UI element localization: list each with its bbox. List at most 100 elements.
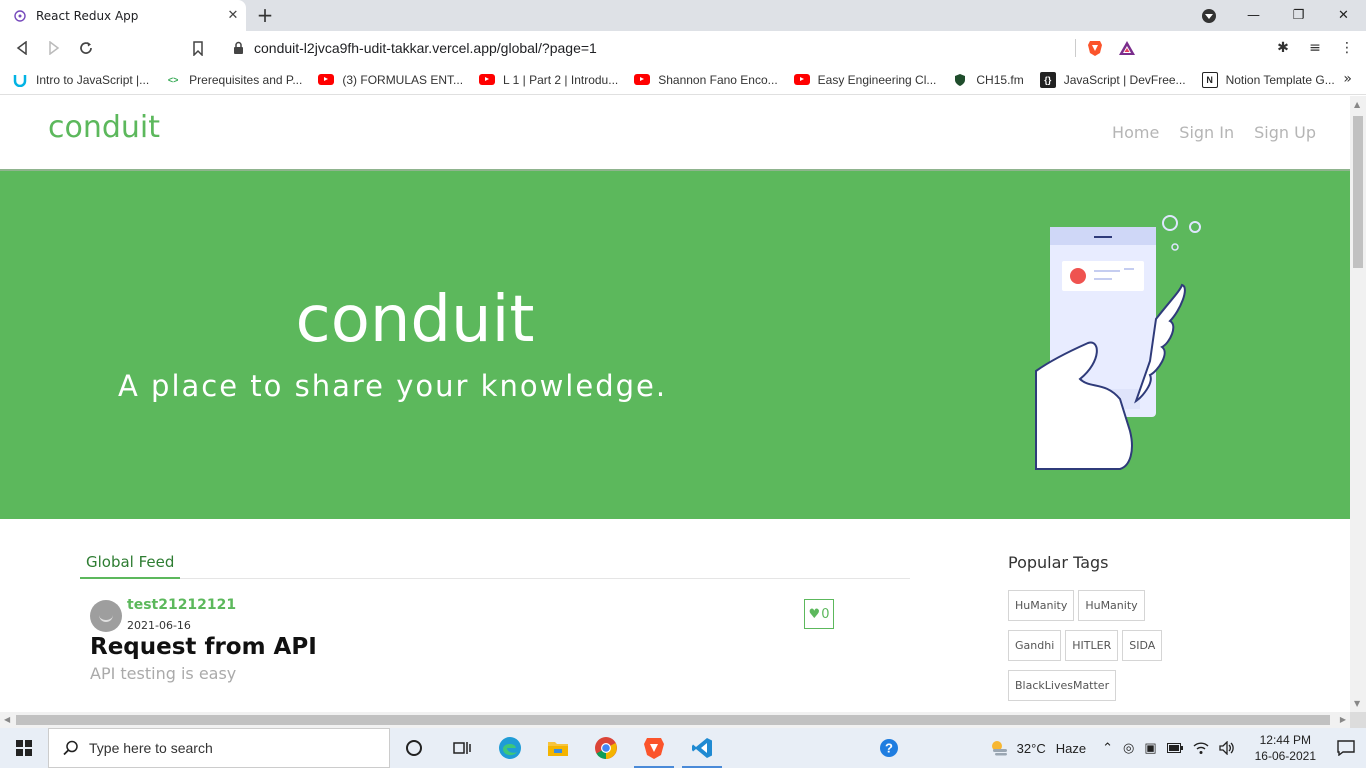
- tab-global-feed[interactable]: Global Feed: [80, 543, 181, 579]
- scroll-down-icon[interactable]: ▼: [1354, 699, 1360, 708]
- new-tab-button[interactable]: +: [254, 3, 276, 27]
- bookmark-item[interactable]: Intro to JavaScript |...: [12, 72, 149, 88]
- like-count: 0: [821, 606, 830, 622]
- extensions-icon[interactable]: ✱: [1272, 37, 1294, 59]
- redux-icon: [12, 8, 28, 24]
- bookmark-item[interactable]: CH15.fm: [952, 72, 1024, 88]
- heart-icon: ♥: [808, 606, 821, 622]
- scroll-right-icon[interactable]: ▶: [1340, 715, 1346, 724]
- hero-subtitle: A place to share your knowledge.: [118, 369, 668, 403]
- tag-pill[interactable]: SIDA: [1122, 630, 1163, 661]
- window-controls: — ❐ ✕: [1186, 0, 1366, 31]
- brave-shield-icon[interactable]: [1084, 37, 1106, 59]
- svg-text:?: ?: [885, 741, 893, 756]
- profile-menu-icon[interactable]: [1186, 0, 1231, 31]
- bookmark-icon[interactable]: [186, 37, 210, 59]
- notion-icon: N: [1201, 71, 1218, 88]
- windows-icon: [16, 740, 32, 756]
- chrome-icon[interactable]: [582, 728, 630, 768]
- browser-toolbar: conduit-l2jvca9fh-udit-takkar.vercel.app…: [0, 31, 1366, 65]
- bookmark-item[interactable]: <> Prerequisites and P...: [165, 72, 302, 88]
- nav-sign-up[interactable]: Sign Up: [1254, 123, 1316, 142]
- file-explorer-icon[interactable]: [534, 728, 582, 768]
- phone-illustration: [1035, 215, 1201, 470]
- scroll-left-icon[interactable]: ◀: [4, 715, 10, 724]
- horizontal-scrollbar[interactable]: ◀ ▶: [0, 712, 1350, 728]
- article-description: API testing is easy: [90, 664, 237, 683]
- youtube-icon: [479, 72, 496, 88]
- back-button[interactable]: [10, 37, 34, 59]
- close-tab-icon[interactable]: ✕: [224, 7, 242, 25]
- nav-sign-in[interactable]: Sign In: [1179, 123, 1234, 142]
- tag-pill[interactable]: BlackLivesMatter: [1008, 670, 1117, 701]
- feed-tabs: Global Feed: [80, 543, 910, 579]
- udacity-icon: [12, 72, 28, 88]
- wifi-icon[interactable]: [1193, 741, 1209, 755]
- url-text: conduit-l2jvca9fh-udit-takkar.vercel.app…: [254, 40, 597, 56]
- hardware-icon[interactable]: ▣: [1144, 740, 1156, 756]
- devfreebooks-icon: {}: [1039, 71, 1056, 88]
- nav-home[interactable]: Home: [1112, 123, 1159, 142]
- volume-icon[interactable]: [1218, 741, 1235, 755]
- windows-start-button[interactable]: [0, 728, 48, 768]
- youtube-icon: [634, 72, 651, 88]
- address-bar[interactable]: conduit-l2jvca9fh-udit-takkar.vercel.app…: [218, 34, 1148, 62]
- top-nav: Home Sign In Sign Up: [1112, 123, 1316, 142]
- taskbar-search-input[interactable]: Type here to search: [48, 728, 390, 768]
- notifications-icon[interactable]: [1326, 728, 1366, 768]
- search-icon: [63, 740, 78, 756]
- chevron-up-icon[interactable]: ⌃: [1102, 740, 1113, 756]
- vscode-icon[interactable]: [678, 728, 726, 768]
- bookmark-item[interactable]: Easy Engineering Cl...: [793, 72, 936, 88]
- vertical-scrollbar[interactable]: ▲ ▼: [1350, 96, 1366, 712]
- close-window-button[interactable]: ✕: [1321, 0, 1366, 31]
- tag-pill[interactable]: Gandhi: [1008, 630, 1062, 661]
- app-header: conduit Home Sign In Sign Up: [0, 96, 1350, 169]
- tab-title: React Redux App: [36, 8, 139, 23]
- vertical-scroll-thumb[interactable]: [1353, 116, 1363, 268]
- brave-rewards-icon[interactable]: [1116, 37, 1138, 59]
- weather-widget[interactable]: 32°C Haze: [989, 739, 1086, 757]
- code-icon: <>: [167, 74, 179, 85]
- tag-list: HuManity HuManity Gandhi HITLER SIDA Bla…: [1008, 590, 1178, 701]
- like-button[interactable]: ♥ 0: [804, 599, 834, 629]
- bookmark-item[interactable]: L 1 | Part 2 | Introdu...: [479, 72, 618, 88]
- browser-tab-bar: React Redux App ✕ + — ❐ ✕: [0, 0, 1366, 31]
- windows-taskbar: Type here to search ? 32°C Haze ⌃ ◎ ▣ 12…: [0, 728, 1366, 768]
- brand-logo[interactable]: conduit: [48, 110, 160, 145]
- tag-pill[interactable]: HuManity: [1078, 590, 1145, 621]
- shield-icon: [952, 72, 968, 88]
- restore-button[interactable]: ❐: [1276, 0, 1321, 31]
- page-viewport: conduit Home Sign In Sign Up conduit A p…: [0, 96, 1350, 712]
- horizontal-scroll-thumb[interactable]: [16, 715, 1330, 725]
- forward-button[interactable]: [42, 37, 66, 59]
- battery-icon[interactable]: [1166, 743, 1183, 753]
- popular-tags-title: Popular Tags: [1008, 553, 1109, 572]
- tag-pill[interactable]: HuManity: [1008, 590, 1075, 621]
- author-avatar[interactable]: [90, 600, 122, 632]
- more-bookmarks-icon[interactable]: »: [1343, 71, 1352, 87]
- task-view-icon[interactable]: [438, 728, 486, 768]
- edge-icon[interactable]: [486, 728, 534, 768]
- webcam-icon[interactable]: ◎: [1123, 740, 1134, 756]
- scroll-corner: [1350, 712, 1366, 728]
- menu-icon[interactable]: ⋮: [1336, 37, 1358, 59]
- taskbar-clock[interactable]: 12:44 PM 16-06-2021: [1255, 732, 1316, 764]
- brave-taskbar-icon[interactable]: [630, 728, 678, 768]
- author-name[interactable]: test21212121: [127, 597, 236, 613]
- tag-pill[interactable]: HITLER: [1065, 630, 1119, 661]
- cortana-icon[interactable]: [390, 728, 438, 768]
- media-control-icon[interactable]: ≡: [1304, 37, 1326, 59]
- article-preview: test21212121 2021-06-16 ♥ 0 Request from…: [90, 596, 835, 706]
- bookmark-item[interactable]: {} JavaScript | DevFree...: [1039, 71, 1186, 88]
- browser-tab[interactable]: React Redux App ✕: [0, 0, 246, 31]
- minimize-button[interactable]: —: [1231, 0, 1276, 31]
- bookmarks-bar: Intro to JavaScript |... <> Prerequisite…: [0, 65, 1366, 95]
- article-title[interactable]: Request from API: [90, 634, 317, 660]
- bookmark-item[interactable]: N Notion Template G...: [1201, 71, 1335, 88]
- bookmark-item[interactable]: (3) FORMULAS ENT...: [318, 72, 463, 88]
- help-icon[interactable]: ?: [879, 738, 899, 758]
- bookmark-item[interactable]: Shannon Fano Enco...: [634, 72, 778, 88]
- reload-button[interactable]: [74, 37, 98, 59]
- scroll-up-icon[interactable]: ▲: [1354, 100, 1360, 109]
